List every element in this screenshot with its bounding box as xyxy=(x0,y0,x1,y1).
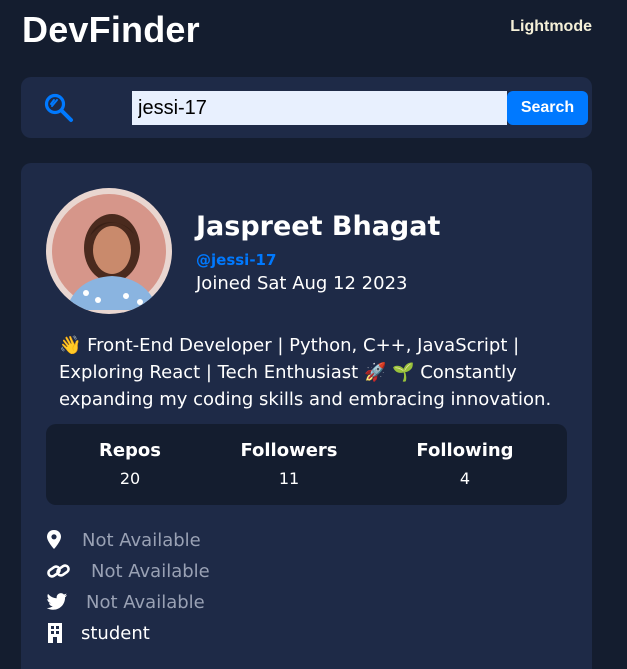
profile-name: Jaspreet Bhagat xyxy=(196,211,441,242)
search-button[interactable]: Search xyxy=(507,91,588,125)
location-pin-icon xyxy=(47,530,61,549)
twitter-text: Not Available xyxy=(86,591,205,613)
company-text: student xyxy=(81,622,150,644)
header: DevFinder Lightmode xyxy=(22,8,592,52)
blog-row: Not Available xyxy=(46,560,210,582)
profile-bio: 👋 Front-End Developer | Python, C++, Jav… xyxy=(59,335,552,410)
company-row: student xyxy=(46,622,150,644)
stat-followers: Followers 11 xyxy=(209,440,369,488)
stats-panel: Repos 20 Followers 11 Following 4 xyxy=(46,424,567,505)
stat-label: Repos xyxy=(98,440,162,461)
blog-text: Not Available xyxy=(91,560,210,582)
twitter-row: Not Available xyxy=(46,591,205,613)
building-icon xyxy=(48,623,62,643)
stat-value: 20 xyxy=(119,469,141,488)
theme-toggle-button[interactable]: Lightmode xyxy=(510,18,592,36)
profile-login-link[interactable]: @jessi-17 xyxy=(196,251,276,269)
stat-label: Following xyxy=(416,440,514,461)
link-icon xyxy=(47,564,70,578)
stat-following: Following 4 xyxy=(385,440,545,488)
devfinder-app: DevFinder Lightmode Search Jaspr xyxy=(0,0,627,669)
location-row: Not Available xyxy=(46,529,201,551)
profile-card: Jaspreet Bhagat @jessi-17 Joined Sat Aug… xyxy=(21,163,592,669)
stat-value: 11 xyxy=(278,469,300,488)
stat-value: 4 xyxy=(459,469,471,488)
search-icon xyxy=(44,93,73,122)
twitter-icon xyxy=(46,593,68,610)
stat-repos: Repos 20 xyxy=(50,440,210,488)
app-title: DevFinder xyxy=(22,9,200,50)
stat-label: Followers xyxy=(240,440,338,461)
search-bar: Search xyxy=(21,77,592,138)
location-text: Not Available xyxy=(82,529,201,551)
profile-joined-date: Joined Sat Aug 12 2023 xyxy=(196,273,408,294)
avatar xyxy=(46,188,172,314)
search-input[interactable] xyxy=(132,91,507,125)
